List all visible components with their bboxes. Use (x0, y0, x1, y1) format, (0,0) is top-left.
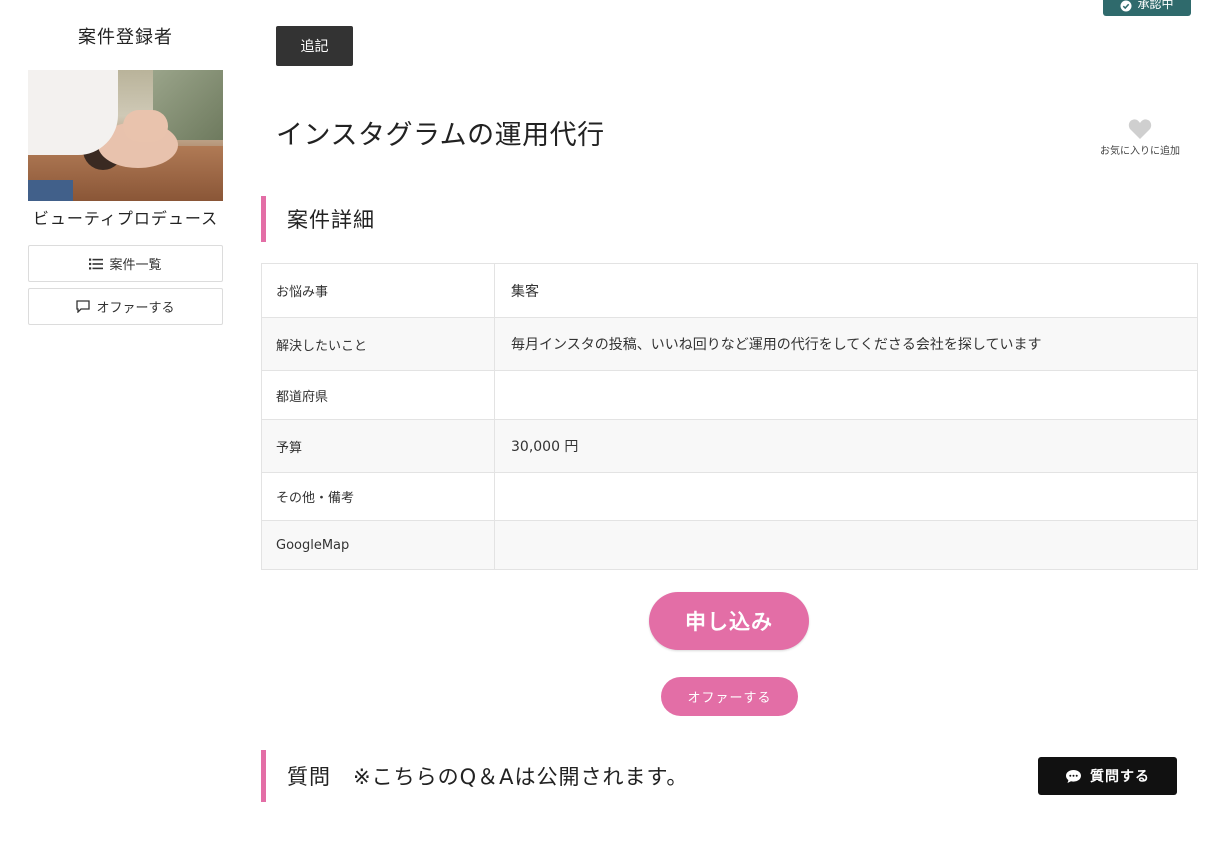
sidebar: 案件登録者 ビューティプロデュース 案件一覧 オファーする (28, 0, 223, 325)
row-value (494, 370, 1198, 420)
table-row: GoogleMap (261, 520, 1198, 570)
list-icon (89, 258, 104, 269)
sidebar-offer-label: オファーする (96, 301, 175, 316)
row-label: 予算 (261, 419, 495, 473)
row-label: 都道府県 (261, 370, 495, 420)
page: 案件登録者 ビューティプロデュース 案件一覧 オファーする 承認中 追記 インス… (0, 0, 1224, 842)
row-value (494, 472, 1198, 521)
favorite-button[interactable]: お気に入りに追加 (1092, 118, 1188, 157)
qa-heading: 質問 ※こちらのQ＆Aは公開されます。 (261, 750, 688, 802)
row-value: 毎月インスタの投稿、いいね回りなど運用の代行をしてくださる会社を探しています (494, 317, 1198, 371)
registrant-name: ビューティプロデュース (32, 209, 219, 228)
sidebar-heading: 案件登録者 (78, 27, 173, 48)
row-label: その他・備考 (261, 472, 495, 521)
table-row: その他・備考 (261, 472, 1198, 521)
details-heading: 案件詳細 (261, 196, 375, 242)
chat-icon (76, 300, 91, 313)
page-title: インスタグラムの運用代行 (276, 120, 605, 151)
favorite-label: お気に入りに追加 (1100, 146, 1180, 157)
table-row: お悩み事 集客 (261, 263, 1198, 318)
project-list-label: 案件一覧 (109, 258, 162, 273)
details-table: お悩み事 集客 解決したいこと 毎月インスタの投稿、いいね回りなど運用の代行をし… (261, 263, 1198, 570)
status-badge-label: 承認中 (1137, 0, 1174, 11)
check-circle-icon (1120, 0, 1132, 12)
row-label: お悩み事 (261, 263, 495, 318)
table-row: 解決したいこと 毎月インスタの投稿、いいね回りなど運用の代行をしてくださる会社を… (261, 317, 1198, 371)
ask-question-label: 質問する (1090, 768, 1150, 784)
table-row: 予算 30,000 円 (261, 419, 1198, 473)
status-badge: 承認中 (1103, 0, 1191, 16)
heart-icon (1128, 119, 1152, 139)
row-label: 解決したいこと (261, 317, 495, 371)
row-value (494, 520, 1198, 570)
row-label: GoogleMap (261, 520, 495, 570)
offer-button[interactable]: オファーする (661, 677, 798, 716)
project-list-button[interactable]: 案件一覧 (28, 245, 223, 282)
row-value: 30,000 円 (494, 419, 1198, 473)
registrant-avatar (28, 70, 223, 201)
row-value: 集客 (494, 263, 1198, 318)
speech-bubble-icon (1066, 769, 1081, 783)
sidebar-offer-button[interactable]: オファーする (28, 288, 223, 325)
apply-button[interactable]: 申し込み (649, 592, 809, 650)
append-button[interactable]: 追記 (276, 26, 353, 66)
ask-question-button[interactable]: 質問する (1038, 757, 1177, 795)
table-row: 都道府県 (261, 370, 1198, 420)
